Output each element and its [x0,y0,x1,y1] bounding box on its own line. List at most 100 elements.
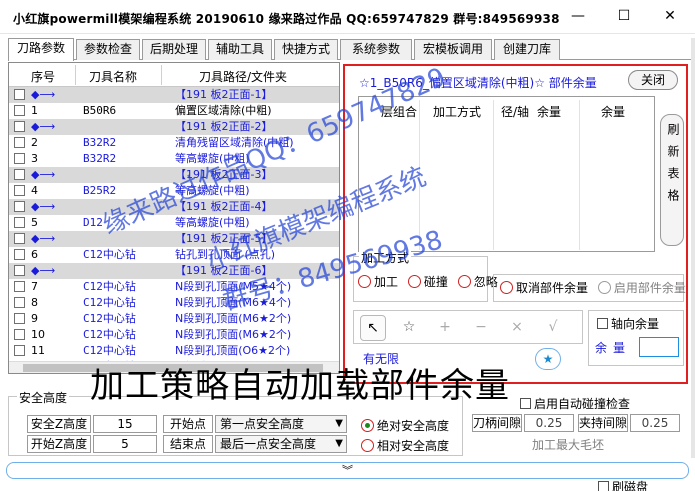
row-checkbox[interactable] [14,329,25,340]
row-index: 5 [31,216,38,229]
table-header-allowance: 余量 [537,105,562,119]
table-row[interactable]: ◆⟶ 【191 板2正面-1】 [9,87,339,103]
close-icon[interactable]: ✕ [647,0,693,32]
table-header-layer: 层组合 [381,105,418,119]
enable-allowance-label: 启用部件余量 [613,281,686,295]
col-header-index: 序号 [31,70,56,84]
radio-enable-allowance[interactable] [597,281,611,294]
table-row[interactable]: ◆⟶ 【191 板2正面-4】 [9,199,339,215]
axial-allowance-label: 轴向余量 [611,317,660,331]
radio-absolute-height[interactable] [361,419,374,432]
row-toolpath: 【191 板2正面-6】 [175,264,273,277]
cursor-icon[interactable]: ↖ [360,315,386,341]
table-row[interactable]: 8 C12中心钻 N段到孔顶面(M6★4个) [9,295,339,311]
row-checkbox[interactable] [14,169,25,180]
row-checkbox[interactable] [14,137,25,148]
table-row[interactable]: 7 C12中心钻 N段到孔顶面(M5★4个) [9,279,339,295]
allowance-table[interactable]: 层组合 加工方式 径/轴 余量 余量 [358,96,655,252]
group-arrow-icon: ◆⟶ [31,200,56,213]
group-arrow-icon: ◆⟶ [31,232,56,245]
tab-post-process[interactable]: 后期处理 [142,39,206,60]
row-checkbox[interactable] [14,217,25,228]
row-checkbox[interactable] [14,265,25,276]
minus-icon[interactable]: − [468,315,494,341]
row-toolpath: 清角残留区域清除(中粗) [175,136,294,149]
holder-clearance-input[interactable]: 0.25 [630,414,680,432]
shank-clearance-input[interactable]: 0.25 [524,414,574,432]
cross-icon[interactable]: × [504,315,530,341]
row-tool-name: C12中心钻 [83,312,136,325]
radio-ignore[interactable] [457,275,471,288]
check-icon[interactable]: √ [540,315,566,341]
auto-collision-checkbox[interactable] [520,398,531,409]
row-checkbox[interactable] [14,105,25,116]
table-row[interactable]: 5 D12 等高螺旋(中粗) [9,215,339,231]
tab-param-check[interactable]: 参数检查 [76,39,140,60]
close-button[interactable]: 关闭 [628,70,678,90]
row-index: 3 [31,152,38,165]
extra-star-button[interactable]: ★ [535,348,561,370]
row-tool-name: C12中心钻 [83,328,136,341]
table-row[interactable]: ◆⟶ 【191 板2正面-3】 [9,167,339,183]
row-checkbox[interactable] [14,345,25,356]
star-icon[interactable]: ☆ [396,315,422,341]
row-tool-name: C12中心钻 [83,248,136,261]
row-checkbox[interactable] [14,201,25,212]
table-row[interactable]: 3 B32R2 等高螺旋(中粗) [9,151,339,167]
toolpath-grid[interactable]: 序号 刀具名称 刀具路径/文件夹 ◆⟶ 【191 板2正面-1】 1 B50R6 偏置区… [8,62,340,374]
row-tool-name: C12中心钻 [83,296,136,309]
allowance-label: 余量 [595,341,632,355]
start-z-input[interactable]: 5 [93,435,157,453]
table-row[interactable]: 11 C12中心钻 N段到孔顶面(O6★2个) [9,343,339,359]
radio-machine[interactable] [358,275,371,288]
table-row[interactable]: ◆⟶ 【191 板2正面-6】 [9,263,339,279]
table-row[interactable]: 9 C12中心钻 N段到孔顶面(M6★2个) [9,311,339,327]
table-row[interactable]: ◆⟶ 【191 板2正面-2】 [9,119,339,135]
table-row[interactable]: ◆⟶ 【191 板2正面-5】 [9,231,339,247]
end-point-select[interactable]: 最后一点安全高度 ▼ [215,435,347,453]
tab-aux-tools[interactable]: 辅助工具 [208,39,272,60]
maximize-icon[interactable]: ☐ [601,0,647,32]
start-point-value: 第一点安全高度 [220,417,305,431]
refresh-table-button[interactable]: 刷新表格 [660,114,684,246]
row-checkbox[interactable] [14,233,25,244]
tab-create-tool-library[interactable]: 创建刀库 [494,39,560,60]
table-row[interactable]: 1 B50R6 偏置区域清除(中粗) [9,103,339,119]
row-checkbox[interactable] [14,89,25,100]
group-arrow-icon: ◆⟶ [31,168,56,181]
tab-toolpath-params[interactable]: 刀路参数 [8,38,74,61]
row-checkbox[interactable] [14,121,25,132]
radio-cancel-allowance[interactable] [500,281,513,294]
window-scrollbar[interactable] [691,38,695,458]
row-index: 8 [31,296,38,309]
tab-shortcuts[interactable]: 快捷方式 [274,39,338,60]
allowance-input[interactable] [639,337,679,357]
radio-machine-label: 加工 [374,275,399,289]
expand-bar[interactable]: ︾ [6,462,689,479]
row-checkbox[interactable] [14,153,25,164]
row-tool-name: D12 [83,216,103,229]
table-row[interactable]: 4 B25R2 等高螺旋(中粗) [9,183,339,199]
safe-z-input[interactable]: 15 [93,415,157,433]
double-chevron-down-icon: ︾ [342,464,353,477]
tab-macro-templates[interactable]: 宏模板调用 [414,39,492,60]
footer-checkbox[interactable] [598,481,609,491]
max-stock-label: 加工最大毛坯 [532,438,605,452]
row-checkbox[interactable] [14,249,25,260]
row-checkbox[interactable] [14,313,25,324]
row-checkbox[interactable] [14,297,25,308]
table-row[interactable]: 2 B32R2 清角残留区域清除(中粗) [9,135,339,151]
tab-system-params[interactable]: 系统参数 [340,39,412,60]
row-checkbox[interactable] [14,281,25,292]
table-row[interactable]: 10 C12中心钻 N段到孔顶面(M6★2个) [9,327,339,343]
axial-allowance-checkbox[interactable] [597,318,608,329]
radio-collision[interactable] [407,275,421,288]
start-point-select[interactable]: 第一点安全高度 ▼ [215,415,347,433]
row-tool-name: C12中心钻 [83,280,136,293]
tab-strip: 刀路参数 参数检查 后期处理 辅助工具 快捷方式 系统参数 宏模板调用 创建刀库 [8,38,691,61]
plus-icon[interactable]: + [432,315,458,341]
minimize-icon[interactable]: — [555,0,601,32]
table-row[interactable]: 6 C12中心钻 钻孔到孔顶面 (点孔) [9,247,339,263]
row-checkbox[interactable] [14,185,25,196]
radio-relative-height[interactable] [361,439,374,452]
